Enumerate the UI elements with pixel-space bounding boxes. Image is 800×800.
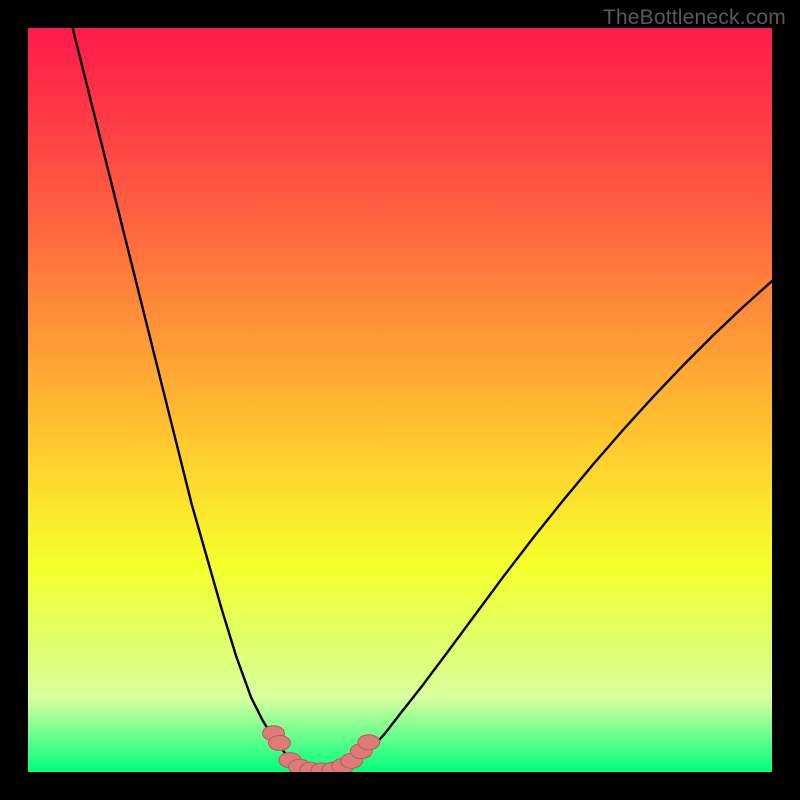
bottleneck-curve [73,28,772,771]
chart-svg [28,28,772,772]
chart-frame: TheBottleneck.com [0,0,800,800]
marker-point [358,735,380,750]
watermark-label: TheBottleneck.com [603,6,786,30]
plot-area [28,28,772,772]
marker-point [268,735,290,750]
